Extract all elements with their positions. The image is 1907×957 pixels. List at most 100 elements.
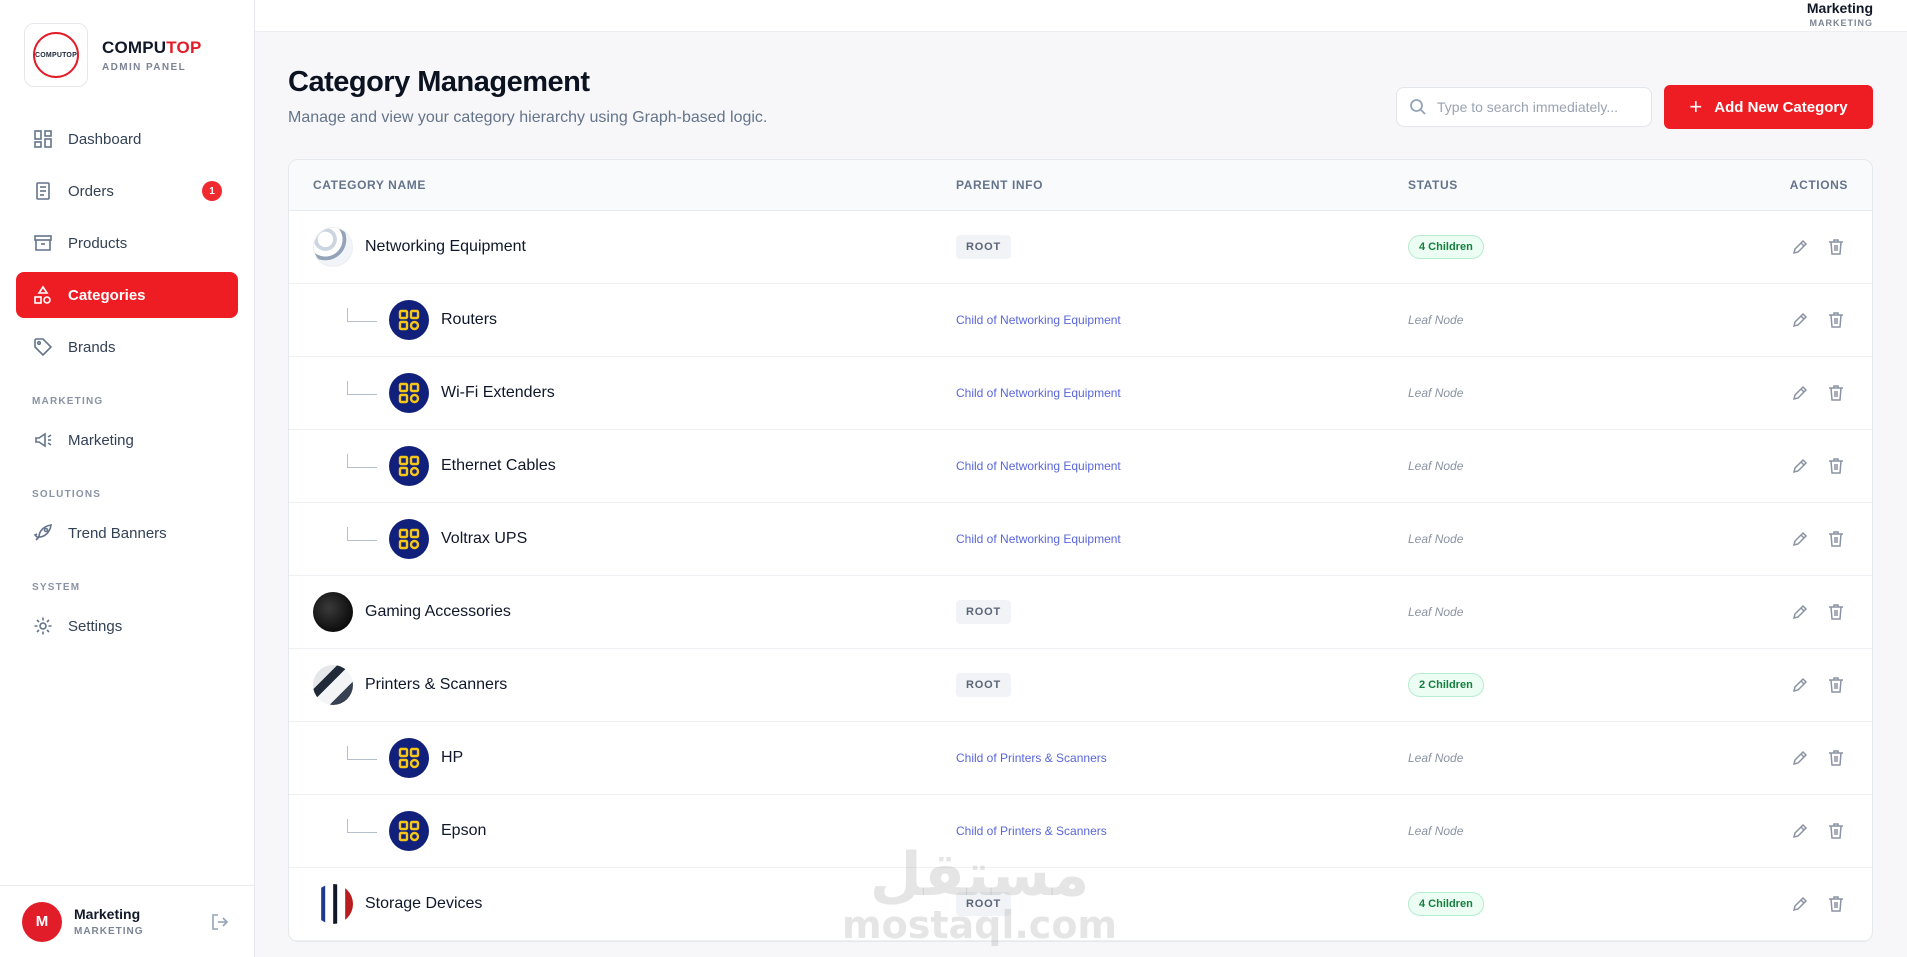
user-role: MARKETING [74, 926, 144, 937]
sidebar-item-orders[interactable]: Orders 1 [16, 168, 238, 214]
table-row: Voltrax UPS Child of Networking Equipmen… [289, 503, 1872, 576]
orders-count-badge: 1 [202, 181, 222, 201]
edit-icon[interactable] [1788, 527, 1812, 551]
category-name: Voltrax UPS [441, 530, 528, 547]
sidebar-item-label: Categories [68, 286, 146, 304]
parent-link[interactable]: Child of Printers & Scanners [956, 824, 1107, 838]
category-grid-icon [389, 519, 429, 559]
sidebar-item-settings[interactable]: Settings [16, 603, 238, 649]
user-profile: M Marketing MARKETING [0, 885, 254, 957]
sidebar-item-trend-banners[interactable]: Trend Banners [16, 510, 238, 556]
parent-link[interactable]: Child of Networking Equipment [956, 313, 1121, 327]
category-image [313, 884, 353, 924]
category-image [313, 227, 353, 267]
root-tag: ROOT [956, 600, 1011, 624]
table-row: Ethernet Cables Child of Networking Equi… [289, 430, 1872, 503]
brand: COMPUTOP COMPUTOP ADMIN PANEL [0, 0, 254, 88]
parent-link[interactable]: Child of Networking Equipment [956, 386, 1121, 400]
parent-link[interactable]: Child of Networking Equipment [956, 459, 1121, 473]
edit-icon[interactable] [1788, 746, 1812, 770]
status-leaf: Leaf Node [1408, 605, 1464, 619]
header-name: CATEGORY NAME [313, 178, 426, 192]
topbar: Marketing MARKETING [255, 0, 1907, 32]
sidebar-item-label: Trend Banners [68, 524, 167, 542]
category-name: Networking Equipment [365, 238, 526, 255]
brand-name: COMPUTOP [102, 37, 202, 57]
avatar[interactable]: M [22, 901, 62, 942]
status-badge: 4 Children [1408, 235, 1484, 259]
status-leaf: Leaf Node [1408, 751, 1464, 765]
sidebar-item-dashboard[interactable]: Dashboard [16, 116, 238, 162]
add-category-button[interactable]: + Add New Category [1664, 85, 1873, 129]
edit-icon[interactable] [1788, 235, 1812, 259]
rocket-icon [32, 522, 54, 544]
edit-icon[interactable] [1788, 819, 1812, 843]
main-content: Marketing MARKETING Category Management … [255, 0, 1907, 957]
table-row: HP Child of Printers & Scanners Leaf Nod… [289, 722, 1872, 795]
brand-subtitle: ADMIN PANEL [102, 61, 187, 73]
trash-icon[interactable] [1824, 892, 1848, 916]
search-input[interactable] [1437, 99, 1627, 115]
category-name: Wi-Fi Extenders [441, 384, 555, 401]
logout-icon[interactable] [208, 910, 232, 934]
tree-connector [347, 381, 377, 395]
category-grid-icon [389, 811, 429, 851]
tree-connector [347, 527, 377, 541]
category-image [313, 665, 353, 705]
sidebar-item-products[interactable]: Products [16, 220, 238, 266]
category-name: Gaming Accessories [365, 603, 511, 620]
edit-icon[interactable] [1788, 454, 1812, 478]
status-badge: 4 Children [1408, 892, 1484, 916]
table-row: Storage Devices ROOT 4 Children [289, 868, 1872, 941]
root-tag: ROOT [956, 235, 1011, 259]
parent-link[interactable]: Child of Printers & Scanners [956, 751, 1107, 765]
brand-logo[interactable]: COMPUTOP [24, 23, 88, 87]
header-parent: PARENT INFO [956, 178, 1044, 192]
header-status: STATUS [1408, 178, 1458, 192]
category-grid-icon [389, 373, 429, 413]
page-header: Category Management Manage and view your… [255, 32, 1907, 129]
page-subtitle: Manage and view your category hierarchy … [288, 109, 768, 126]
table-row: Gaming Accessories ROOT Leaf Node [289, 576, 1872, 649]
search-box [1396, 87, 1652, 127]
edit-icon[interactable] [1788, 381, 1812, 405]
tree-connector [347, 308, 377, 322]
edit-icon[interactable] [1788, 673, 1812, 697]
table-row: Wi-Fi Extenders Child of Networking Equi… [289, 357, 1872, 430]
sidebar-item-brands[interactable]: Brands [16, 324, 238, 370]
category-name: Printers & Scanners [365, 676, 508, 693]
trash-icon[interactable] [1824, 673, 1848, 697]
status-badge: 2 Children [1408, 673, 1484, 697]
status-leaf: Leaf Node [1408, 459, 1464, 473]
trash-icon[interactable] [1824, 308, 1848, 332]
shapes-icon [32, 284, 54, 306]
edit-icon[interactable] [1788, 892, 1812, 916]
trash-icon[interactable] [1824, 381, 1848, 405]
trash-icon[interactable] [1824, 600, 1848, 624]
trash-icon[interactable] [1824, 454, 1848, 478]
sidebar-item-marketing[interactable]: Marketing [16, 417, 238, 463]
edit-icon[interactable] [1788, 308, 1812, 332]
trash-icon[interactable] [1824, 819, 1848, 843]
category-name: HP [441, 749, 464, 766]
sidebar-item-label: Brands [68, 338, 116, 356]
trash-icon[interactable] [1824, 235, 1848, 259]
category-name: Storage Devices [365, 895, 483, 912]
category-grid-icon [389, 738, 429, 778]
edit-icon[interactable] [1788, 600, 1812, 624]
section-label-marketing: MARKETING [32, 396, 104, 407]
plus-icon: + [1689, 94, 1703, 119]
box-icon [32, 232, 54, 254]
table-header: CATEGORY NAME PARENT INFO STATUS ACTIONS [289, 160, 1872, 211]
sidebar-item-label: Dashboard [68, 130, 142, 148]
logo-ring: COMPUTOP [33, 32, 79, 78]
sidebar-item-categories[interactable]: Categories [16, 272, 238, 318]
category-table: CATEGORY NAME PARENT INFO STATUS ACTIONS… [288, 159, 1873, 942]
category-name: Routers [441, 311, 498, 328]
parent-link[interactable]: Child of Networking Equipment [956, 532, 1121, 546]
trash-icon[interactable] [1824, 527, 1848, 551]
megaphone-icon [32, 429, 54, 451]
trash-icon[interactable] [1824, 746, 1848, 770]
topbar-user[interactable]: Marketing MARKETING [1807, 0, 1873, 28]
dashboard-icon [32, 128, 54, 150]
